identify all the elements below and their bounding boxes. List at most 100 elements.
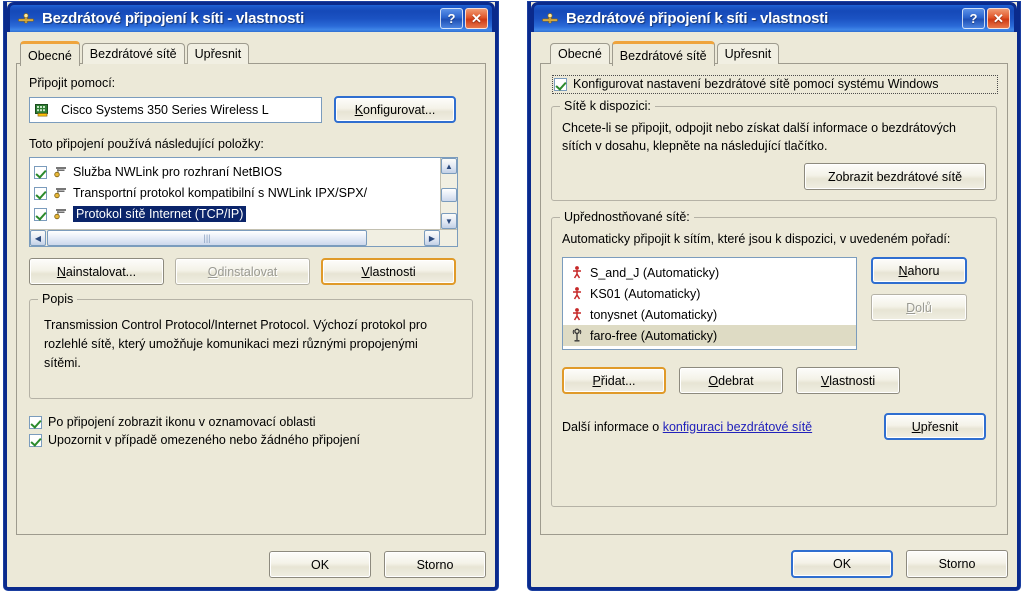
adapter-name: Cisco Systems 350 Series Wireless L — [61, 102, 269, 117]
scroll-up-icon[interactable]: ▲ — [441, 158, 457, 174]
horizontal-scroll-thumb[interactable]: ||| — [47, 230, 367, 246]
tab-obecne[interactable]: Obecné — [550, 43, 610, 64]
tab-upresnit[interactable]: Upřesnit — [186, 43, 250, 64]
preferred-networks-row: S_and_J (Automaticky) KS01 (Automaticky) — [562, 257, 986, 350]
protocol-icon — [53, 206, 67, 221]
advanced-button[interactable]: Upřesnit — [884, 413, 986, 440]
left-title-buttons: ? ✕ — [440, 8, 488, 29]
right-footer-buttons: OK Storno — [791, 550, 1008, 578]
network-action-buttons: Přidat... Odebrat Vlastnosti — [562, 367, 986, 394]
notify-icon-label: Po připojení zobrazit ikonu v oznamovací… — [48, 415, 316, 429]
uninstall-button-rest: dinstalovat — [217, 264, 278, 279]
available-networks-group: Sítě k dispozici: Chcete-li se připojit,… — [551, 99, 997, 201]
properties-button-rest: lastnosti — [369, 264, 416, 279]
list-item[interactable]: Transportní protokol kompatibilní s NWLi… — [30, 182, 440, 203]
preferred-networks-listbox[interactable]: S_and_J (Automaticky) KS01 (Automaticky) — [562, 257, 857, 350]
left-tabstrip: Obecné Bezdrátové sítě Upřesnit — [16, 40, 486, 66]
component-action-buttons: Nainstalovat... Odinstalovat Vlastnosti — [29, 258, 473, 285]
network-name: faro-free (Automaticky) — [590, 328, 718, 343]
cancel-button[interactable]: Storno — [906, 550, 1008, 578]
left-tab-panel: Připojit pomocí: Cisco Systems 350 Serie… — [16, 63, 486, 535]
right-dialog-body: Obecné Bezdrátové sítě Upřesnit Konfigur… — [531, 32, 1017, 587]
tab-bezdratove-site[interactable]: Bezdrátové sítě — [81, 43, 185, 64]
network-name: KS01 (Automaticky) — [590, 286, 701, 301]
components-horizontal-scrollbar[interactable]: ◀ ||| ▶ — [30, 229, 457, 246]
list-item[interactable]: faro-free (Automaticky) — [563, 325, 856, 346]
right-dialog-title: Bezdrátové připojení k síti - vlastnosti — [566, 10, 829, 27]
configure-button[interactable]: Konfigurovat... — [334, 96, 456, 123]
limited-connectivity-checkbox-row[interactable]: Upozornit v případě omezeného nebo žádné… — [29, 433, 473, 448]
adapter-textbox[interactable]: Cisco Systems 350 Series Wireless L — [29, 96, 322, 123]
tab-obecne[interactable]: Obecné — [20, 41, 80, 66]
remove-network-button-rest: debrat — [718, 373, 754, 388]
configure-button-rest: onfigurovat... — [363, 102, 436, 117]
network-adapter-icon — [35, 103, 52, 117]
components-listbox[interactable]: Služba NWLink pro rozhraní NetBIOS Trans… — [29, 157, 458, 247]
available-networks-legend: Sítě k dispozici: — [560, 99, 655, 113]
right-tabstrip: Obecné Bezdrátové sítě Upřesnit — [540, 40, 1008, 66]
install-button[interactable]: Nainstalovat... — [29, 258, 164, 285]
more-info-prefix: Další informace o — [562, 419, 663, 434]
remove-network-button[interactable]: Odebrat — [679, 367, 783, 394]
more-info-text: Další informace o konfiguraci bezdrátové… — [562, 420, 812, 434]
scroll-left-icon[interactable]: ◀ — [30, 230, 46, 246]
notify-icon-checkbox[interactable] — [29, 416, 42, 429]
list-item[interactable]: KS01 (Automaticky) — [563, 283, 856, 304]
component-name: Služba NWLink pro rozhraní NetBIOS — [73, 164, 283, 179]
components-vertical-scrollbar[interactable]: ▲ ▼ — [440, 158, 457, 229]
list-item[interactable]: Služba NWLink pro rozhraní NetBIOS — [30, 161, 440, 182]
scroll-down-icon[interactable]: ▼ — [441, 213, 457, 229]
network-name: S_and_J (Automaticky) — [590, 265, 720, 280]
network-properties-button[interactable]: Vlastnosti — [796, 367, 900, 394]
properties-button[interactable]: Vlastnosti — [321, 258, 456, 285]
move-down-button: Dolů — [871, 294, 967, 321]
close-icon[interactable]: ✕ — [465, 8, 488, 29]
vertical-scroll-thumb[interactable] — [441, 188, 457, 202]
help-button[interactable]: ? — [962, 8, 985, 29]
use-windows-checkbox-row[interactable]: Konfigurovat nastavení bezdrátové sítě p… — [552, 75, 998, 94]
screenshot-stage: Bezdrátové připojení k síti - vlastnosti… — [0, 0, 1024, 592]
list-item[interactable]: Protokol sítě Internet (TCP/IP) — [30, 203, 440, 224]
move-up-button-rest: ahoru — [907, 263, 940, 278]
notify-icon-checkbox-row[interactable]: Po připojení zobrazit ikonu v oznamovací… — [29, 415, 473, 430]
add-network-button[interactable]: Přidat... — [562, 367, 666, 394]
add-network-button-rest: řidat... — [600, 373, 636, 388]
right-title-buttons: ? ✕ — [962, 8, 1010, 29]
close-icon[interactable]: ✕ — [987, 8, 1010, 29]
wireless-adhoc-icon — [570, 307, 584, 322]
list-item[interactable]: S_and_J (Automaticky) — [563, 262, 856, 283]
description-group: Popis Transmission Control Protocol/Inte… — [29, 292, 473, 399]
scroll-right-icon[interactable]: ▶ — [424, 230, 440, 246]
wireless-ap-icon — [570, 328, 584, 343]
uninstall-button: Odinstalovat — [175, 258, 310, 285]
list-item[interactable]: tonysnet (Automaticky) — [563, 304, 856, 325]
left-titlebar[interactable]: Bezdrátové připojení k síti - vlastnosti… — [7, 2, 495, 32]
network-properties-button-rest: lastnosti — [829, 373, 876, 388]
move-buttons: Nahoru Dolů — [871, 257, 967, 321]
component-checkbox[interactable] — [34, 186, 47, 200]
use-windows-checkbox[interactable] — [554, 78, 567, 91]
install-button-rest: ainstalovat... — [65, 264, 137, 279]
description-group-label: Popis — [38, 292, 78, 306]
right-titlebar[interactable]: Bezdrátové připojení k síti - vlastnosti… — [531, 2, 1017, 32]
left-dialog-title: Bezdrátové připojení k síti - vlastnosti — [42, 10, 305, 27]
wireless-network-icon — [17, 10, 35, 28]
component-name: Protokol sítě Internet (TCP/IP) — [73, 205, 247, 222]
description-text: Transmission Control Protocol/Internet P… — [44, 318, 428, 370]
tab-upresnit[interactable]: Upřesnit — [716, 43, 780, 64]
show-wireless-networks-button[interactable]: Zobrazit bezdrátové sítě — [804, 163, 986, 190]
wireless-adhoc-icon — [570, 286, 584, 301]
component-checkbox[interactable] — [34, 207, 47, 221]
cancel-button[interactable]: Storno — [384, 551, 486, 578]
wireless-config-link[interactable]: konfiguraci bezdrátové sítě — [663, 420, 812, 434]
right-dialog-window: Bezdrátové připojení k síti - vlastnosti… — [528, 2, 1020, 590]
ok-button[interactable]: OK — [791, 550, 893, 578]
component-name: Transportní protokol kompatibilní s NWLi… — [73, 185, 368, 200]
ok-button[interactable]: OK — [269, 551, 371, 578]
tab-bezdratove-site[interactable]: Bezdrátové sítě — [611, 41, 715, 66]
move-up-button[interactable]: Nahoru — [871, 257, 967, 284]
help-button[interactable]: ? — [440, 8, 463, 29]
component-checkbox[interactable] — [34, 165, 47, 179]
limited-connectivity-checkbox[interactable] — [29, 434, 42, 447]
wireless-network-icon — [541, 10, 559, 28]
